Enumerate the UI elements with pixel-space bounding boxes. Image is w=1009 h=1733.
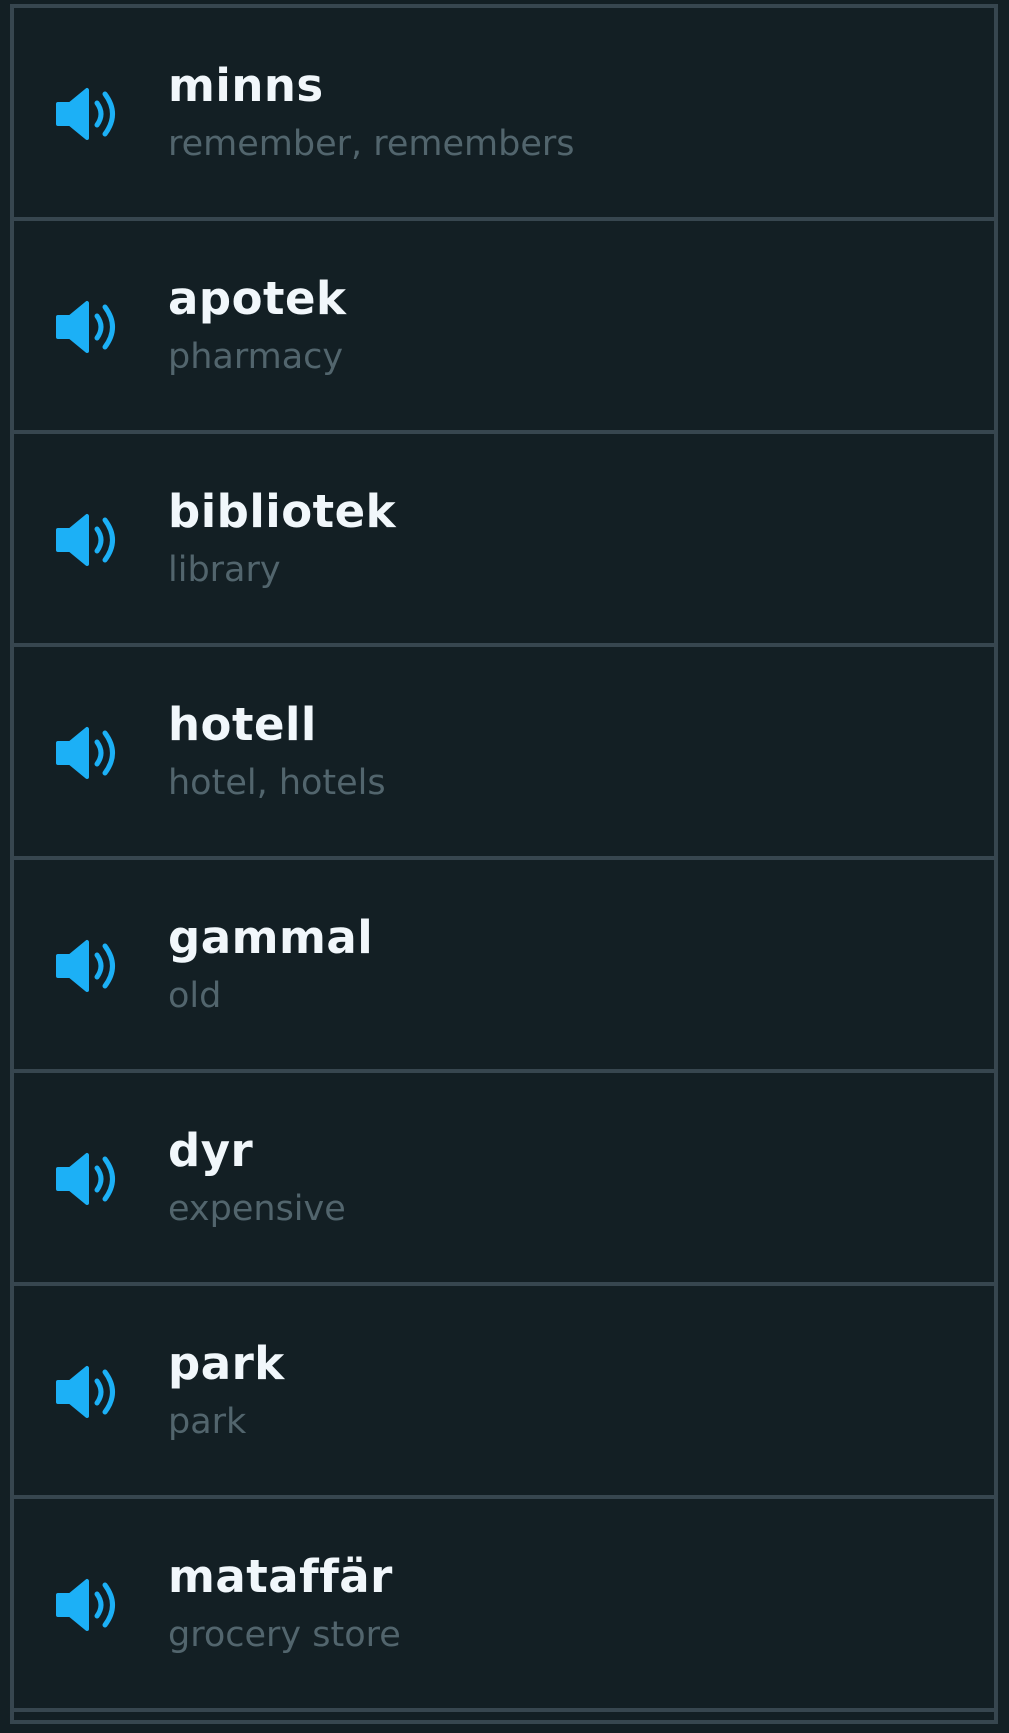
word-label: dyr: [168, 1124, 254, 1177]
speaker-icon[interactable]: [54, 725, 124, 781]
list-item-6[interactable]: park park: [14, 1286, 994, 1499]
speaker-icon[interactable]: [54, 512, 124, 568]
list-item-text: mataffär grocery store: [168, 1549, 401, 1657]
speaker-icon[interactable]: [54, 299, 124, 355]
meaning-label: pharmacy: [168, 337, 344, 377]
word-label: minns: [168, 59, 324, 112]
word-list-panel: minns remember, remembers apotek pharmac…: [10, 4, 998, 1724]
word-label: park: [168, 1337, 285, 1390]
meaning-label: remember, remembers: [168, 124, 575, 164]
list-item-text: dyr expensive: [168, 1123, 346, 1231]
speaker-icon[interactable]: [54, 1577, 124, 1633]
list-item-text: hotell hotel, hotels: [168, 697, 386, 805]
list-item-text: bibliotek library: [168, 484, 396, 592]
list-item-7[interactable]: mataffär grocery store: [14, 1499, 994, 1712]
speaker-icon[interactable]: [54, 1151, 124, 1207]
speaker-icon[interactable]: [54, 1364, 124, 1420]
speaker-icon[interactable]: [54, 86, 124, 142]
meaning-label: old: [168, 976, 222, 1016]
list-item-text: park park: [168, 1336, 285, 1444]
list-item-0[interactable]: minns remember, remembers: [14, 8, 994, 221]
word-list: minns remember, remembers apotek pharmac…: [14, 8, 994, 1712]
list-item-4[interactable]: gammal old: [14, 860, 994, 1073]
list-item-text: apotek pharmacy: [168, 271, 346, 379]
list-item-text: minns remember, remembers: [168, 58, 575, 166]
meaning-label: expensive: [168, 1189, 346, 1229]
word-label: apotek: [168, 272, 347, 325]
word-label: mataffär: [168, 1550, 393, 1603]
meaning-label: park: [168, 1402, 247, 1442]
word-label: gammal: [168, 911, 374, 964]
meaning-label: grocery store: [168, 1615, 401, 1655]
word-label: bibliotek: [168, 485, 397, 538]
word-label: hotell: [168, 698, 317, 751]
list-item-5[interactable]: dyr expensive: [14, 1073, 994, 1286]
list-item-1[interactable]: apotek pharmacy: [14, 221, 994, 434]
speaker-icon[interactable]: [54, 938, 124, 994]
list-item-text: gammal old: [168, 910, 373, 1018]
meaning-label: library: [168, 550, 281, 590]
list-bottom-divider: [10, 1720, 998, 1724]
meaning-label: hotel, hotels: [168, 763, 386, 803]
list-item-2[interactable]: bibliotek library: [14, 434, 994, 647]
list-item-3[interactable]: hotell hotel, hotels: [14, 647, 994, 860]
